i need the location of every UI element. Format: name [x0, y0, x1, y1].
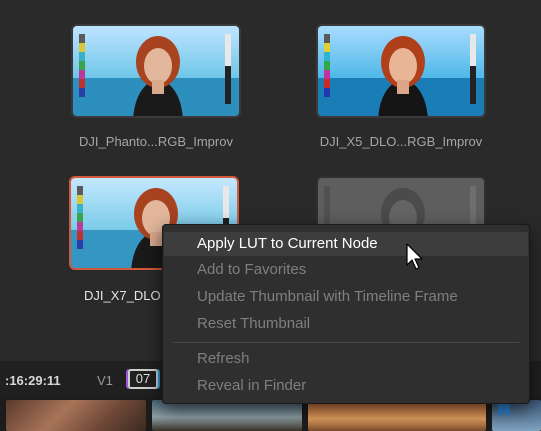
lut-thumbnail-label: DJI_X5_DLO...RGB_Improv	[319, 134, 483, 149]
clip-thumbnail[interactable]	[308, 400, 486, 431]
portrait-thumbnail-icon	[73, 26, 239, 116]
menu-item-update-thumbnail[interactable]: Update Thumbnail with Timeline Frame	[164, 285, 528, 309]
lut-thumbnail-1[interactable]	[71, 24, 241, 118]
lut-thumbnail-label: DJI_Phanto...RGB_Improv	[79, 134, 233, 149]
menu-item-apply-lut[interactable]: Apply LUT to Current Node	[164, 232, 528, 256]
menu-item-reset-thumbnail[interactable]: Reset Thumbnail	[164, 312, 528, 336]
menu-divider	[173, 342, 519, 343]
timecode: :16:29:11	[5, 373, 61, 388]
menu-item-add-to-favorites[interactable]: Add to Favorites	[164, 258, 528, 282]
menu-item-refresh[interactable]: Refresh	[164, 347, 528, 371]
clip-number-badge[interactable]: 07	[128, 369, 158, 389]
menu-item-reveal-in-finder[interactable]: Reveal in Finder	[164, 374, 528, 398]
lut-thumbnail-2[interactable]	[316, 24, 486, 118]
portrait-thumbnail-icon	[318, 26, 484, 116]
clip-thumbnail[interactable]	[6, 400, 146, 431]
lut-thumbnail-label: DJI_X7_DLO	[84, 288, 161, 303]
clip-thumbnail[interactable]	[152, 400, 302, 431]
track-label: V1	[97, 373, 113, 388]
context-menu: Apply LUT to Current Node Add to Favorit…	[162, 224, 530, 404]
pointer-cursor-icon	[406, 243, 423, 270]
